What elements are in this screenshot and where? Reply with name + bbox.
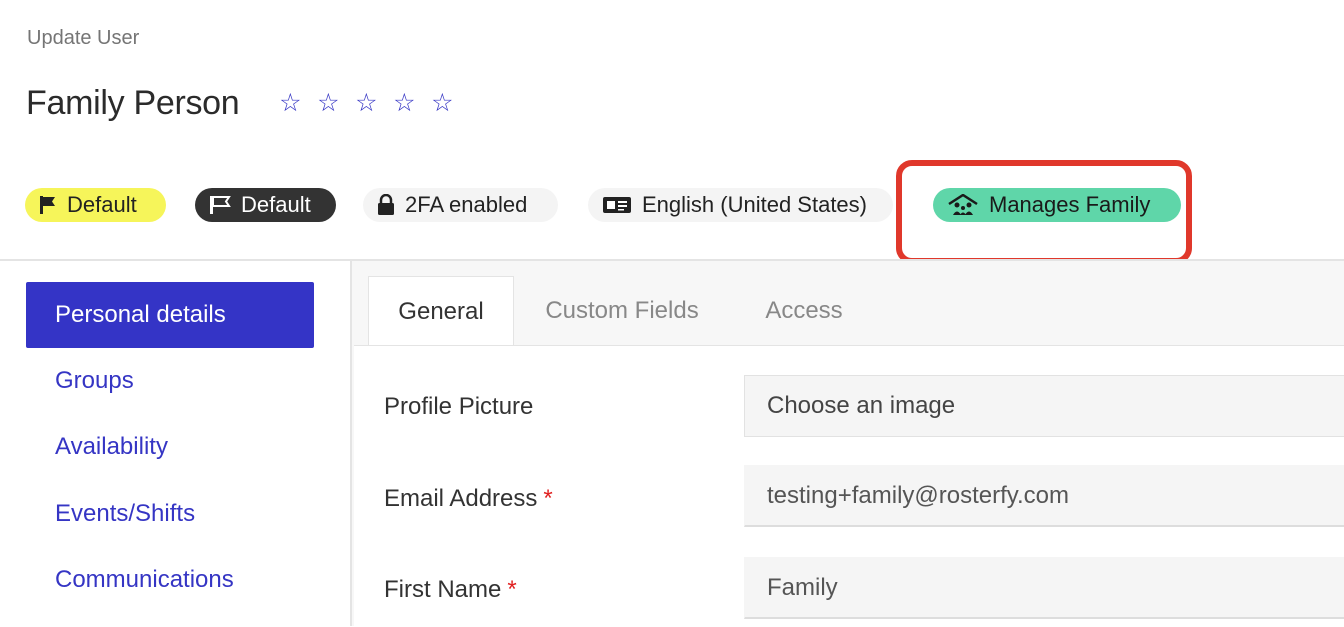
star-icon[interactable]: ☆ xyxy=(349,91,383,116)
star-icon[interactable]: ☆ xyxy=(387,91,421,116)
language-badge: English (United States) xyxy=(588,188,893,222)
language-badge-label: English (United States) xyxy=(642,192,867,217)
breadcrumb: Update User xyxy=(27,27,140,49)
title-row: Family Person ☆ ☆ ☆ ☆ ☆ xyxy=(26,84,459,123)
priority-badge-light: Default xyxy=(25,188,166,222)
general-form: Profile Picture Choose an image Email Ad… xyxy=(354,345,1344,627)
star-icon[interactable]: ☆ xyxy=(425,91,459,116)
sidebar-item-availability[interactable]: Availability xyxy=(26,414,314,480)
priority-badge-label: Default xyxy=(241,192,311,217)
page-title: Family Person xyxy=(26,84,240,122)
priority-badge-label: Default xyxy=(67,192,137,217)
priority-badge-dark: Default xyxy=(195,188,336,222)
id-card-icon xyxy=(602,196,632,214)
main-content: General Custom Fields Access Profile Pic… xyxy=(350,261,1344,627)
twofa-badge: 2FA enabled xyxy=(363,188,558,222)
tab-custom-fields[interactable]: Custom Fields xyxy=(524,276,720,346)
tab-bar: General Custom Fields Access xyxy=(352,261,1344,347)
required-asterisk: * xyxy=(543,485,553,512)
profile-picture-label: Profile Picture xyxy=(384,393,534,420)
profile-picture-input[interactable]: Choose an image xyxy=(744,375,1344,437)
sidebar-item-events-shifts[interactable]: Events/Shifts xyxy=(26,481,314,547)
star-icon[interactable]: ☆ xyxy=(311,91,345,116)
tab-access[interactable]: Access xyxy=(744,276,864,346)
highlight-annotation xyxy=(896,160,1192,264)
first-name-label: First Name * xyxy=(384,576,517,603)
tab-general[interactable]: General xyxy=(368,276,514,347)
twofa-badge-label: 2FA enabled xyxy=(405,192,528,217)
lock-icon xyxy=(377,194,395,216)
star-rating[interactable]: ☆ ☆ ☆ ☆ ☆ xyxy=(273,91,459,116)
email-field[interactable]: testing+family@rosterfy.com xyxy=(744,465,1344,527)
email-label: Email Address * xyxy=(384,485,553,512)
first-name-field[interactable]: Family xyxy=(744,557,1344,619)
sidebar-item-personal-details[interactable]: Personal details xyxy=(26,282,314,348)
star-icon[interactable]: ☆ xyxy=(273,91,307,116)
sidebar-item-communications[interactable]: Communications xyxy=(26,547,314,613)
flag-icon xyxy=(209,195,231,215)
sidebar: Personal details Groups Availability Eve… xyxy=(0,261,350,626)
flag-icon xyxy=(39,195,57,215)
sidebar-item-groups[interactable]: Groups xyxy=(26,348,314,414)
required-asterisk: * xyxy=(507,576,517,603)
